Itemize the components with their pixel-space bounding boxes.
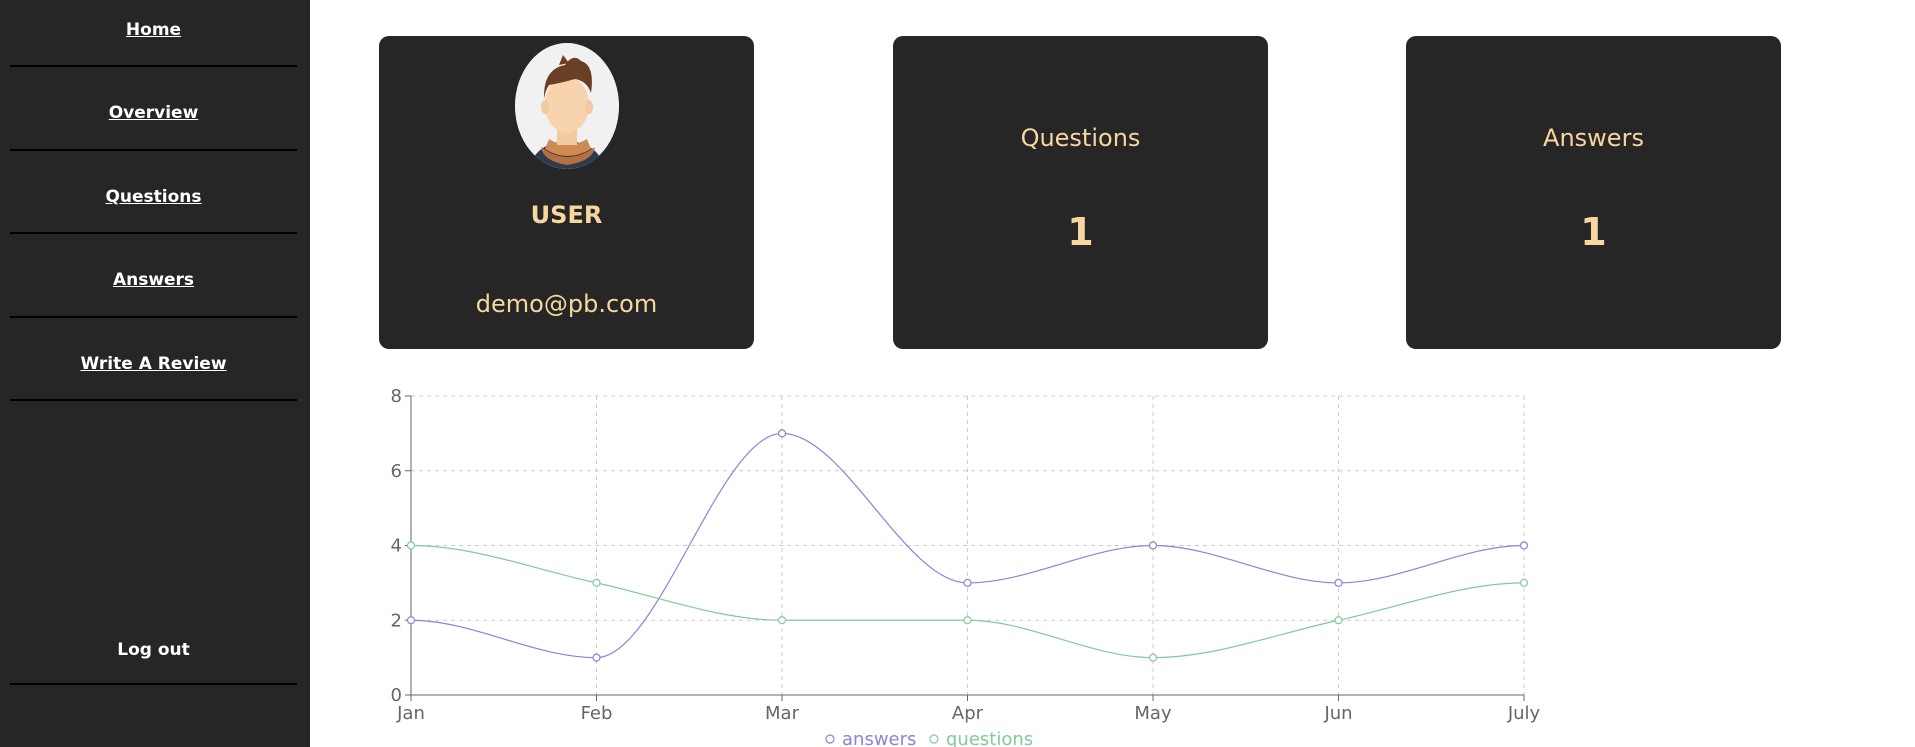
line-chart-svg: 02468Jan Feb Mar Apr May Jun Julyanswers questi… bbox=[391, 386, 1541, 747]
y-tick-label: 6 bbox=[391, 461, 402, 482]
y-tick-label: 8 bbox=[391, 386, 402, 407]
answers-legend-marker bbox=[825, 734, 835, 744]
questions-legend-marker bbox=[929, 734, 939, 744]
answers-data-point bbox=[592, 653, 601, 662]
answers-data-point bbox=[1334, 578, 1343, 587]
x-tick-label: Feb bbox=[581, 703, 613, 724]
questions-link[interactable]: Questions bbox=[105, 187, 201, 207]
questions-data-point bbox=[592, 578, 601, 587]
questions-stat-label: Questions bbox=[1020, 124, 1141, 152]
answers-legend-label: answers bbox=[842, 729, 916, 747]
avatar bbox=[515, 43, 619, 169]
x-tick-label: Apr bbox=[952, 703, 984, 724]
overview-link[interactable]: Overview bbox=[109, 103, 199, 123]
logout-link[interactable]: Log out bbox=[117, 640, 190, 660]
user-email: demo@pb.com bbox=[475, 290, 658, 318]
user-name: USER bbox=[530, 201, 603, 229]
questions-data-point bbox=[1334, 616, 1343, 625]
questions-data-point bbox=[777, 616, 787, 625]
answers-stat-card: Answers 1 bbox=[1406, 36, 1781, 349]
questions-legend-label: questions bbox=[946, 729, 1033, 747]
x-tick-label: May bbox=[1134, 703, 1172, 724]
answers-data-point bbox=[1519, 541, 1529, 550]
x-tick-label: July bbox=[1507, 703, 1541, 724]
write-review-link[interactable]: Write A Review bbox=[80, 354, 226, 374]
sidebar-item-answers[interactable]: Answers bbox=[10, 270, 297, 318]
answers-stat-value: 1 bbox=[1580, 210, 1607, 254]
sidebar-item-questions[interactable]: Questions bbox=[10, 187, 297, 234]
answers-data-point bbox=[963, 578, 972, 587]
answers-data-point bbox=[1148, 541, 1158, 550]
x-tick-label: Mar bbox=[765, 703, 800, 724]
sidebar-item-write-review[interactable]: Write A Review bbox=[10, 354, 297, 401]
questions-series-line bbox=[410, 544, 1525, 659]
activity-line-chart: 0 2 4 6 8 Jan Feb Mar Apr May Jun July answers questi… bbox=[380, 385, 1560, 747]
questions-data-point bbox=[1519, 578, 1529, 587]
sidebar: Home Overview Questions Answers Write A … bbox=[0, 0, 310, 747]
sidebar-item-logout[interactable]: Log out bbox=[10, 640, 297, 685]
questions-stat-value: 1 bbox=[1067, 210, 1094, 254]
sidebar-item-home[interactable]: Home bbox=[10, 20, 297, 67]
answers-stat-label: Answers bbox=[1543, 124, 1644, 152]
profile-card: USER demo@pb.com bbox=[379, 36, 754, 349]
questions-data-point bbox=[406, 541, 416, 550]
home-link[interactable]: Home bbox=[126, 20, 181, 40]
questions-stat-card: Questions 1 bbox=[893, 36, 1268, 349]
sidebar-item-overview[interactable]: Overview bbox=[10, 103, 297, 151]
user-avatar-icon bbox=[515, 43, 619, 169]
answers-data-point bbox=[406, 616, 416, 625]
answers-data-point bbox=[777, 429, 787, 438]
questions-data-point bbox=[1148, 653, 1158, 662]
x-tick-label: Jan bbox=[396, 703, 425, 724]
y-tick-label: 4 bbox=[391, 536, 402, 557]
y-tick-label: 2 bbox=[391, 610, 402, 631]
questions-data-point bbox=[963, 616, 972, 625]
x-tick-label: Jun bbox=[1323, 703, 1352, 724]
answers-link[interactable]: Answers bbox=[113, 270, 194, 290]
